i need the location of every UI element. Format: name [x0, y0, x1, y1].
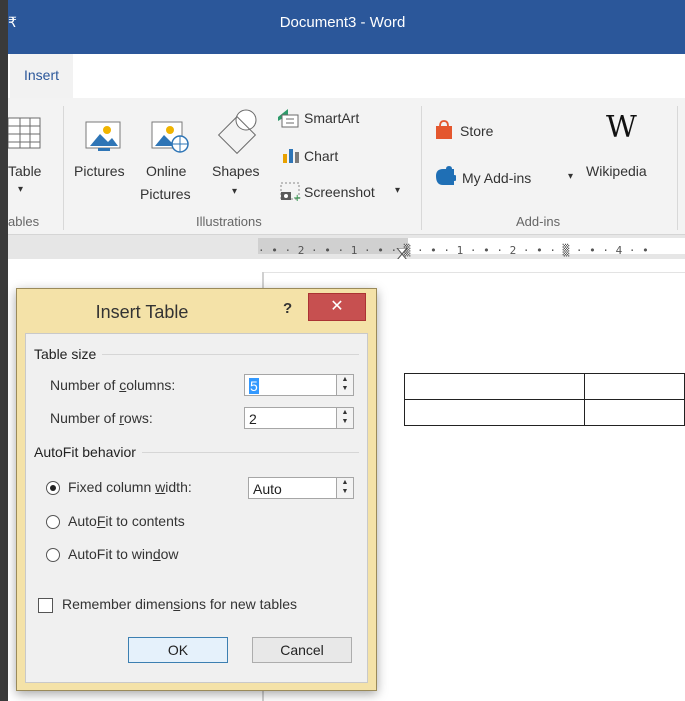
store-icon[interactable] [434, 120, 454, 143]
ribbon-separator [421, 106, 422, 230]
shapes-dropdown-icon[interactable]: ▾ [232, 186, 237, 197]
smartart-button-label[interactable]: SmartArt [304, 110, 359, 126]
autofit-heading: AutoFit behavior [34, 444, 142, 460]
chart-icon[interactable] [282, 147, 302, 166]
table-row [403, 399, 685, 426]
tab-review[interactable]: Review [542, 56, 616, 90]
screenshot-icon[interactable]: + [280, 182, 302, 205]
remember-dimensions-checkbox[interactable] [38, 598, 53, 613]
window-title: Document3 - Word [279, 14, 406, 31]
online-pictures-icon[interactable] [150, 108, 190, 159]
rows-value[interactable]: 2 [249, 411, 257, 427]
tab-view[interactable]: View [638, 56, 685, 90]
wikipedia-button-label[interactable]: Wikipedia [586, 163, 647, 179]
my-addins-icon[interactable] [434, 166, 457, 189]
page-edge-top [262, 272, 685, 273]
spin-arrows-icon[interactable]: ▲ ▼ [336, 408, 353, 428]
my-addins-button-label[interactable]: My Add-ins [462, 170, 531, 186]
cancel-button[interactable]: Cancel [252, 637, 352, 663]
online-pictures-label-line2[interactable]: Pictures [140, 186, 191, 202]
autofit-window-label[interactable]: AutoFit to window [68, 546, 179, 562]
smartart-icon[interactable] [276, 107, 300, 132]
column-width-spinner[interactable]: Auto ▲ ▼ [248, 477, 354, 499]
dialog-body: Table size Number of columns: 5 ▲ ▼ Numbe… [25, 333, 368, 683]
columns-label: Number of columns: [50, 377, 176, 393]
pictures-button-label[interactable]: Pictures [74, 163, 125, 179]
autofit-contents-label[interactable]: AutoFit to contents [68, 513, 185, 529]
wikipedia-icon[interactable]: W [606, 110, 637, 145]
store-button-label[interactable]: Store [460, 123, 493, 139]
shapes-icon[interactable] [216, 108, 264, 157]
spin-arrows-icon[interactable]: ▲ ▼ [336, 375, 353, 395]
pictures-icon[interactable] [84, 108, 124, 159]
tab-insert[interactable]: Insert [10, 54, 74, 98]
table-button-label[interactable]: Table [8, 163, 41, 179]
rows-spinner[interactable]: 2 ▲ ▼ [244, 407, 354, 429]
table-size-heading: Table size [34, 346, 103, 362]
columns-value[interactable]: 5 [249, 378, 259, 394]
ok-button[interactable]: OK [128, 637, 228, 663]
ruler-ticks: · • · 2 · • · 1 · • · ▒ · • · 1 · • · 2 … [258, 244, 649, 257]
tables-group-label: ables [8, 214, 40, 229]
window-left-edge [0, 0, 8, 701]
help-button[interactable]: ? [283, 300, 292, 317]
table-row [403, 373, 685, 400]
screenshot-button-label[interactable]: Screenshot [304, 184, 375, 200]
insert-table-dialog: Insert Table ? ✕ Table size Number of co… [16, 288, 377, 691]
table-dropdown-icon[interactable]: ▾ [18, 184, 23, 195]
tab-layout[interactable]: Layout [202, 56, 272, 90]
fixed-width-radio[interactable] [46, 481, 60, 495]
ribbon-separator [63, 106, 64, 230]
autofit-contents-radio[interactable] [46, 515, 60, 529]
shapes-button-label[interactable]: Shapes [212, 163, 259, 179]
dialog-title: Insert Table [95, 302, 189, 322]
illustrations-group-label: Illustrations [196, 214, 262, 229]
table-cell[interactable] [584, 373, 685, 400]
remember-dimensions-label[interactable]: Remember dimensions for new tables [62, 596, 297, 612]
table-cell[interactable] [584, 399, 685, 426]
table-icon[interactable] [7, 116, 42, 153]
addins-group-label: Add-ins [516, 214, 561, 229]
table-cell[interactable] [403, 399, 586, 426]
tab-mailings[interactable]: Mailings [430, 56, 509, 90]
table-cell[interactable] [403, 373, 586, 400]
close-button[interactable]: ✕ [308, 293, 366, 321]
my-addins-dropdown-icon[interactable]: ▾ [568, 171, 573, 182]
document-table[interactable] [403, 373, 685, 426]
columns-spinner[interactable]: 5 ▲ ▼ [244, 374, 354, 396]
ribbon-separator [677, 106, 678, 230]
svg-text:+: + [293, 193, 301, 202]
fixed-width-label[interactable]: Fixed column width: [68, 479, 192, 495]
chart-button-label[interactable]: Chart [304, 148, 338, 164]
spin-arrows-icon[interactable]: ▲ ▼ [336, 478, 353, 498]
rows-label: Number of rows: [50, 410, 153, 426]
tab-design[interactable]: Design [104, 56, 176, 90]
tab-references[interactable]: References [300, 56, 400, 90]
autofit-window-radio[interactable] [46, 548, 60, 562]
column-width-value[interactable]: Auto [253, 481, 282, 497]
online-pictures-label-line1[interactable]: Online [146, 163, 186, 179]
screenshot-dropdown-icon[interactable]: ▾ [395, 185, 400, 196]
